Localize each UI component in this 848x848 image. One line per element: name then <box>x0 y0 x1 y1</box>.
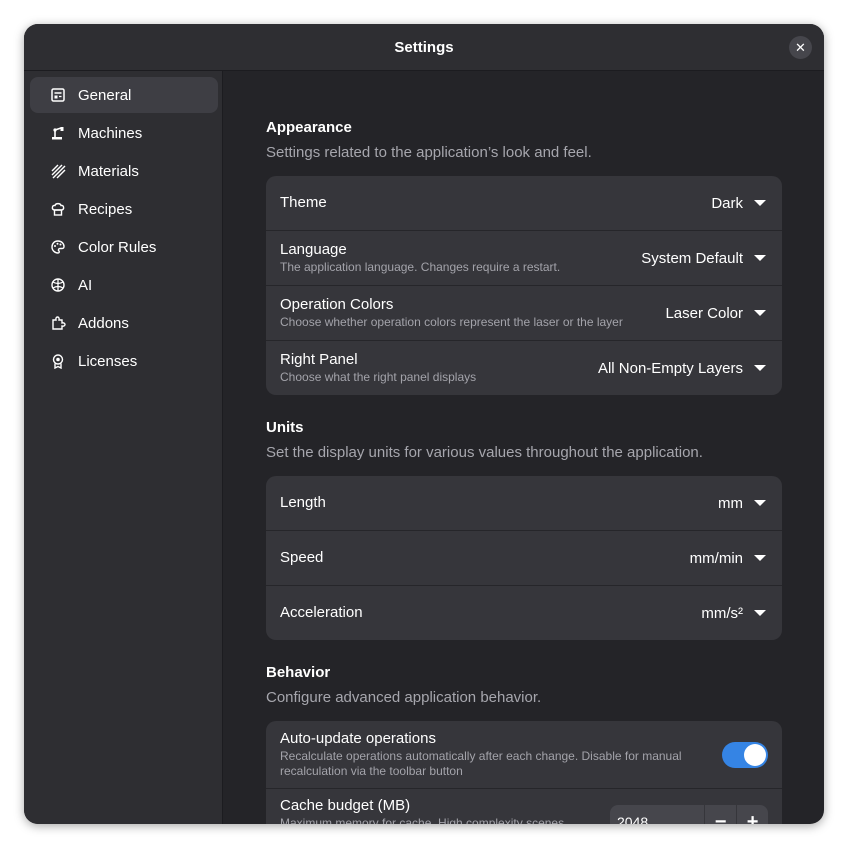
sidebar-item-label: Recipes <box>78 200 133 218</box>
sidebar-item-addons[interactable]: Addons <box>30 305 218 341</box>
operation-colors-row[interactable]: Operation Colors Choose whether operation… <box>266 286 782 341</box>
right-panel-subtitle: Choose what the right panel displays <box>280 370 477 384</box>
cache-budget-subtitle: Maximum memory for cache. High complexit… <box>280 816 565 824</box>
settings-window: Settings ✕ General Machines Materials Re… <box>24 24 824 824</box>
license-icon <box>50 353 66 369</box>
sidebar-item-label: AI <box>78 276 93 294</box>
acceleration-value: mm/s² <box>701 604 743 622</box>
close-icon: ✕ <box>795 40 806 55</box>
appearance-card: Theme Dark Language The application langu… <box>266 176 782 395</box>
sidebar-item-label: Machines <box>78 124 143 142</box>
acceleration-label: Acceleration <box>280 604 363 621</box>
sidebar-item-label: General <box>78 86 132 104</box>
units-title: Units <box>266 419 304 436</box>
general-icon <box>50 87 66 103</box>
sidebar-item-label: Licenses <box>78 352 138 370</box>
units-description: Set the display units for various values… <box>266 444 703 461</box>
sidebar: General Machines Materials Recipes Color… <box>24 71 223 824</box>
auto-update-row[interactable]: Auto-update operations Recalculate operat… <box>266 721 782 789</box>
behavior-title: Behavior <box>266 664 331 681</box>
operation-colors-value: Laser Color <box>665 304 743 322</box>
sidebar-item-general[interactable]: General <box>30 77 218 113</box>
increment-button[interactable]: + <box>736 805 768 824</box>
sidebar-item-licenses[interactable]: Licenses <box>30 343 218 379</box>
right-panel-label: Right Panel <box>280 351 358 368</box>
language-value: System Default <box>641 249 743 267</box>
close-button[interactable]: ✕ <box>789 36 812 59</box>
palette-icon <box>50 239 66 255</box>
settings-content: Appearance Settings related to the appli… <box>223 71 824 824</box>
theme-value: Dark <box>711 194 743 212</box>
sidebar-item-ai[interactable]: AI <box>30 267 218 303</box>
speed-dropdown[interactable]: mm/min <box>690 550 766 567</box>
behavior-description: Configure advanced application behavior. <box>266 689 542 706</box>
length-value: mm <box>718 494 743 512</box>
units-card: Length mm Speed mm/min Acceleration mm/s… <box>266 476 782 640</box>
chevron-down-icon <box>754 200 766 206</box>
chevron-down-icon <box>754 365 766 371</box>
behavior-card: Auto-update operations Recalculate operat… <box>266 721 782 824</box>
sidebar-item-label: Color Rules <box>78 238 157 256</box>
theme-label: Theme <box>280 194 327 211</box>
operation-colors-label: Operation Colors <box>280 296 394 313</box>
puzzle-icon <box>50 315 66 331</box>
appearance-title: Appearance <box>266 119 352 136</box>
language-dropdown[interactable]: System Default <box>641 250 766 267</box>
cache-budget-row: Cache budget (MB) Maximum memory for cach… <box>266 789 782 824</box>
materials-icon <box>50 163 66 179</box>
cache-budget-spinbutton: 2048 − + <box>610 805 768 824</box>
sidebar-item-label: Materials <box>78 162 139 180</box>
auto-update-label: Auto-update operations <box>280 730 436 747</box>
minus-icon: − <box>714 810 727 825</box>
sidebar-item-materials[interactable]: Materials <box>30 153 218 189</box>
theme-dropdown[interactable]: Dark <box>711 195 766 212</box>
window-title: Settings <box>394 38 454 56</box>
speed-label: Speed <box>280 549 324 566</box>
language-subtitle: The application language. Changes requir… <box>280 260 561 274</box>
cache-budget-input[interactable]: 2048 <box>610 814 704 824</box>
right-panel-value: All Non-Empty Layers <box>597 359 743 377</box>
language-row[interactable]: Language The application language. Change… <box>266 231 782 286</box>
toggle-knob <box>744 743 766 766</box>
sidebar-item-recipes[interactable]: Recipes <box>30 191 218 227</box>
title-bar: Settings ✕ <box>24 24 824 71</box>
language-label: Language <box>280 241 347 258</box>
acceleration-dropdown[interactable]: mm/s² <box>701 605 766 622</box>
length-label: Length <box>280 494 326 511</box>
recipe-icon <box>50 201 66 217</box>
appearance-description: Settings related to the application’s lo… <box>266 144 592 161</box>
operation-colors-dropdown[interactable]: Laser Color <box>665 305 766 322</box>
auto-update-subtitle: Recalculate operations automatically aft… <box>280 749 682 778</box>
cache-budget-label: Cache budget (MB) <box>280 797 411 814</box>
chevron-down-icon <box>754 500 766 506</box>
length-dropdown[interactable]: mm <box>718 495 766 512</box>
operation-colors-subtitle: Choose whether operation colors represen… <box>280 315 623 329</box>
chevron-down-icon <box>754 310 766 316</box>
chevron-down-icon <box>754 255 766 261</box>
auto-update-toggle[interactable] <box>722 741 768 768</box>
plus-icon: + <box>746 810 759 825</box>
sidebar-item-color-rules[interactable]: Color Rules <box>30 229 218 265</box>
sidebar-item-machines[interactable]: Machines <box>30 115 218 151</box>
sidebar-item-label: Addons <box>78 314 129 332</box>
decrement-button[interactable]: − <box>704 805 736 824</box>
chevron-down-icon <box>754 555 766 561</box>
theme-row[interactable]: Theme Dark <box>266 176 782 231</box>
machine-icon <box>50 125 66 141</box>
speed-value: mm/min <box>689 549 743 567</box>
chevron-down-icon <box>754 610 766 616</box>
ai-icon <box>50 277 66 293</box>
speed-row[interactable]: Speed mm/min <box>266 531 782 586</box>
length-row[interactable]: Length mm <box>266 476 782 531</box>
right-panel-row[interactable]: Right Panel Choose what the right panel d… <box>266 341 782 395</box>
right-panel-dropdown[interactable]: All Non-Empty Layers <box>598 360 766 377</box>
acceleration-row[interactable]: Acceleration mm/s² <box>266 586 782 640</box>
